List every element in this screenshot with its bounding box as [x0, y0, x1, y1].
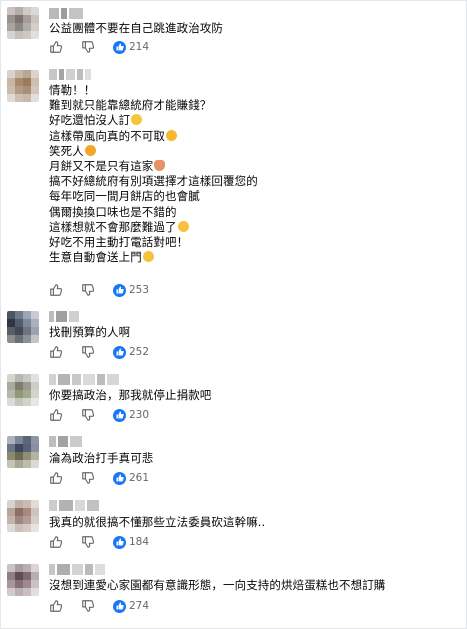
comment-actions: 252 [49, 345, 149, 359]
like-reaction-icon [113, 471, 126, 485]
thumbs-down-outline-icon[interactable] [81, 599, 95, 613]
hugging-emoji-icon [177, 220, 189, 232]
like-count-text: 253 [129, 284, 150, 296]
like-reaction-icon [113, 599, 126, 613]
like-count-text: 214 [129, 41, 150, 53]
thumbs-up-outline-icon[interactable] [49, 40, 63, 54]
like-count-text: 230 [129, 409, 150, 421]
like-count-text: 261 [129, 472, 150, 484]
comment-text: 你要搞政治，那我就停止捐款吧 [49, 388, 459, 403]
like-reaction-icon [113, 40, 126, 54]
thumbs-up-outline-icon[interactable] [49, 408, 63, 422]
comment-text: 公益團體不要在自己跳進政治攻防 [49, 21, 459, 36]
comment-line: 情勒！！ [49, 83, 96, 97]
comment-line: 每年吃同一間月餅店的也會膩 [49, 189, 200, 204]
thumbs-up-outline-icon[interactable] [49, 345, 63, 359]
like-count[interactable]: 252 [113, 345, 150, 359]
smirk-emoji-icon [131, 114, 143, 126]
thumbs-up-outline-icon[interactable] [49, 535, 63, 549]
avatar[interactable] [7, 70, 39, 102]
laughing-emoji-icon [84, 144, 96, 156]
like-reaction-icon [113, 535, 126, 549]
author-name-redacted[interactable] [49, 500, 99, 511]
comment-actions: 261 [49, 471, 149, 485]
thumbs-up-outline-icon[interactable] [49, 471, 63, 485]
like-count-text: 274 [129, 600, 150, 612]
comment-line: 難到就只能靠總統府才能賺錢？ [49, 98, 212, 113]
like-count-text: 184 [129, 536, 150, 548]
avatar[interactable] [7, 7, 39, 39]
grin-emoji-icon [166, 129, 177, 141]
comment-line: 生意自動會送上門 [49, 250, 459, 265]
author-name-redacted[interactable] [49, 564, 105, 575]
comment-line: 這樣帶風向真的不可取 [49, 129, 459, 144]
thumbs-down-outline-icon[interactable] [81, 408, 95, 422]
author-name-redacted[interactable] [49, 436, 82, 447]
like-count[interactable]: 253 [113, 283, 150, 297]
person-facepalm-emoji-icon [154, 159, 166, 171]
comment-text: 我真的就很搞不懂那些立法委員砍這幹嘛.. [49, 515, 459, 530]
comment-actions: 274 [49, 599, 149, 613]
comment-line: 淪為政治打手真可悲 [49, 451, 154, 465]
like-count-text: 252 [129, 346, 150, 358]
comment-line: 偶爾換換口味也是不錯的 [49, 204, 177, 219]
avatar[interactable] [7, 311, 39, 343]
like-reaction-icon [113, 283, 126, 297]
like-reaction-icon [113, 345, 126, 359]
comment-line: 你要搞政治，那我就停止捐款吧 [49, 388, 212, 402]
comment-line: 搞不好總統府有別項選擇才這樣回覆您的 [49, 174, 258, 189]
thumbs-down-outline-icon[interactable] [81, 535, 95, 549]
thumbs-up-outline-icon[interactable] [49, 283, 63, 297]
comment-actions: 230 [49, 408, 149, 422]
like-reaction-icon [113, 408, 126, 422]
comment-text: 情勒！！ 難到就只能靠總統府才能賺錢？ 好吃還怕沒人訂 這樣帶風向真的不可取 笑… [49, 83, 459, 265]
comment-line: 笑死人 [49, 144, 459, 159]
comment-actions: 184 [49, 535, 149, 549]
like-count[interactable]: 261 [113, 471, 150, 485]
comment-line: 我真的就很搞不懂那些立法委員砍這幹嘛.. [49, 515, 266, 529]
like-count[interactable]: 230 [113, 408, 150, 422]
like-count[interactable]: 214 [113, 40, 150, 54]
author-name-redacted[interactable] [49, 374, 119, 385]
comment-line: 月餅又不是只有這家 [49, 159, 459, 174]
comment-line: 找刪預算的人啊 [49, 325, 131, 339]
comment-line: 這樣想就不會那麼難過了 [49, 220, 459, 235]
avatar[interactable] [7, 500, 39, 532]
author-name-redacted[interactable] [49, 8, 83, 19]
thumbs-down-outline-icon[interactable] [81, 471, 95, 485]
comment-actions: 214 [49, 40, 149, 54]
thumbs-down-outline-icon[interactable] [81, 345, 95, 359]
like-count[interactable]: 274 [113, 599, 150, 613]
author-name-redacted[interactable] [49, 311, 79, 322]
thumbs-down-outline-icon[interactable] [81, 283, 95, 297]
comment-line: 沒想到連愛心家園都有意識形態，一向支持的烘焙蛋糕也不想訂購 [49, 578, 386, 592]
thumbs-down-outline-icon[interactable] [81, 40, 95, 54]
comment-text: 淪為政治打手真可悲 [49, 451, 459, 466]
smiling-emoji-icon [142, 251, 154, 263]
avatar[interactable] [7, 564, 39, 596]
comment-text: 找刪預算的人啊 [49, 325, 459, 340]
avatar[interactable] [7, 436, 39, 468]
comment-line: 好吃不用主動打電話對吧！ [49, 234, 189, 249]
comment-text: 沒想到連愛心家園都有意識形態，一向支持的烘焙蛋糕也不想訂購 [49, 578, 459, 593]
avatar[interactable] [7, 374, 39, 406]
thumbs-up-outline-icon[interactable] [49, 599, 63, 613]
like-count[interactable]: 184 [113, 535, 150, 549]
comment-line: 公益團體不要在自己跳進政治攻防 [49, 21, 223, 35]
comment-actions: 253 [49, 283, 149, 297]
comment-line: 好吃還怕沒人訂 [49, 113, 459, 128]
author-name-redacted[interactable] [49, 69, 91, 80]
